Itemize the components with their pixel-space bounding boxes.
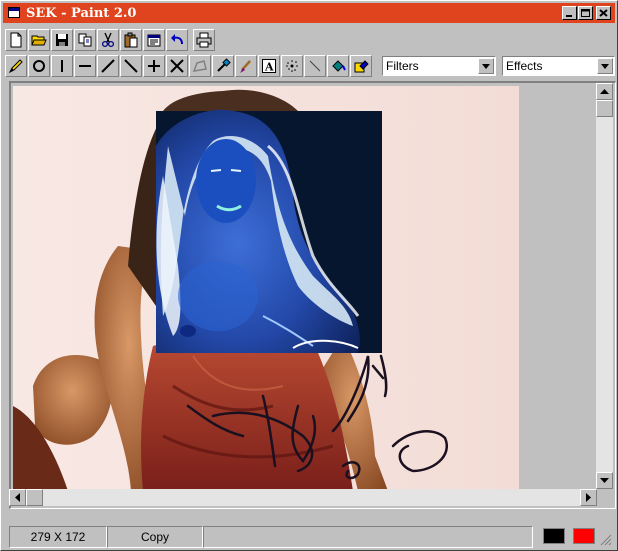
chevron-down-icon [601,64,609,69]
save-disk-icon [56,34,68,46]
eyedropper-tool-button[interactable] [212,55,234,77]
pencil-tool-icon [8,59,23,74]
circle-tool-icon [33,60,45,72]
eyedropper-tool-icon [217,58,231,72]
minimize-icon [566,15,572,17]
fill-color-tool-button[interactable] [350,55,372,77]
back-diagonal-line-tool-icon [124,59,138,73]
scroll-down-button[interactable] [596,472,613,489]
fill-bucket-tool-button[interactable] [327,55,349,77]
save-button[interactable] [51,29,73,51]
new-file-icon [10,32,22,48]
secondary-color-swatch[interactable] [573,528,595,544]
arrow-up-icon [600,88,609,94]
effects-dropdown-value: Effects [506,59,543,73]
paste-clipboard-icon [124,32,138,48]
vertical-scrollbar[interactable] [596,83,613,489]
canvas-area[interactable] [9,81,616,509]
hscroll-thumb[interactable] [26,489,43,506]
svg-text:A: A [264,61,274,74]
fill-bucket-tool-icon [332,60,346,72]
cut-scissors-icon [101,32,115,48]
title-bar[interactable]: SEK - Paint 2.0 [3,3,615,23]
fill-color-tool-icon [354,60,369,73]
polygon-tool-icon [192,60,207,72]
resize-grip-icon[interactable] [600,534,612,546]
new-file-button[interactable] [5,29,27,51]
effects-dropdown[interactable]: Effects [502,56,615,76]
undo-button[interactable] [166,29,188,51]
filters-dropdown[interactable]: Filters [382,56,496,76]
diagonal-line-tool-icon [101,59,115,73]
cut-button[interactable] [97,29,119,51]
x-cross-tool-icon [170,59,184,73]
properties-button[interactable] [143,29,165,51]
close-icon [599,9,608,17]
print-button[interactable] [193,29,215,51]
arrow-left-icon [14,493,20,502]
polygon-tool-button[interactable] [189,55,211,77]
plus-tool-button[interactable] [143,55,165,77]
status-bar: 279 X 172 Copy [5,526,614,548]
window-title: SEK - Paint 2.0 [26,6,137,21]
line-tool-button[interactable] [304,55,326,77]
filters-dropdown-arrow[interactable] [478,58,494,74]
horizontal-line-tool-icon [79,65,91,67]
arrow-down-icon [600,477,609,483]
status-mode: Copy [107,526,203,548]
horizontal-line-tool-button[interactable] [74,55,96,77]
paste-button[interactable] [120,29,142,51]
diagonal-line-tool-button[interactable] [97,55,119,77]
open-button[interactable] [28,29,50,51]
brush-tool-icon [240,60,251,73]
minimize-button[interactable] [562,6,577,20]
maximize-icon [581,9,590,17]
horizontal-scrollbar[interactable] [9,489,597,506]
properties-icon [147,34,161,47]
brush-tool-button[interactable] [235,55,257,77]
status-dimensions: 279 X 172 [9,526,107,548]
chevron-down-icon [482,64,490,69]
photo-with-inverted-selection[interactable] [13,86,519,491]
plus-tool-icon [148,60,160,72]
undo-arrow-icon [171,34,183,45]
vertical-line-tool-button[interactable] [51,55,73,77]
pencil-tool-button[interactable] [5,55,27,77]
copy-button[interactable] [74,29,96,51]
scroll-right-button[interactable] [580,489,597,506]
paint-window: SEK - Paint 2.0 A Filters Effects 279 X … [0,0,618,551]
filters-dropdown-value: Filters [386,59,419,73]
text-tool-icon: A [262,59,276,74]
primary-color-swatch[interactable] [543,528,565,544]
back-diagonal-line-tool-button[interactable] [120,55,142,77]
circle-tool-button[interactable] [28,55,50,77]
photo-canvas[interactable] [13,86,519,491]
text-tool-button[interactable]: A [258,55,280,77]
app-icon[interactable] [8,7,20,18]
effects-dropdown-arrow[interactable] [597,58,613,74]
x-cross-tool-button[interactable] [166,55,188,77]
status-empty-panel [203,526,533,548]
close-button[interactable] [596,6,611,20]
spray-tool-button[interactable] [281,55,303,77]
copy-icon [78,33,92,47]
spray-tool-icon [286,60,298,72]
scroll-thumb[interactable] [596,100,613,117]
print-icon [196,32,212,48]
open-folder-icon [31,35,47,46]
arrow-right-icon [585,493,591,502]
maximize-button[interactable] [578,6,593,20]
line-tool-icon [309,60,321,72]
scroll-up-button[interactable] [596,83,613,100]
vertical-line-tool-icon [61,60,63,72]
scroll-left-button[interactable] [9,489,26,506]
